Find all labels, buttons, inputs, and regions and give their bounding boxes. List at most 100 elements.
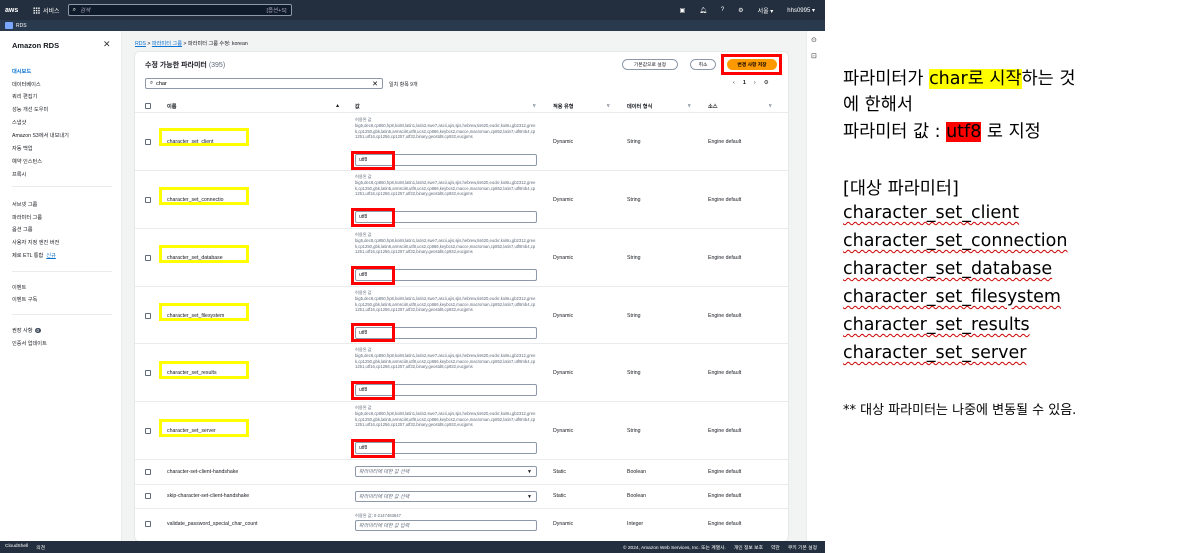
row-checkbox[interactable] xyxy=(145,139,151,145)
data-type: Integer xyxy=(627,521,644,527)
sidebar-item-s3-export[interactable]: Amazon S3에서 내보내기 xyxy=(12,132,69,139)
row-checkbox[interactable] xyxy=(145,255,151,261)
row-checkbox[interactable] xyxy=(145,197,151,203)
chevron-left-icon[interactable]: ‹ xyxy=(733,80,735,86)
data-type: String xyxy=(627,197,641,203)
parameter-value-select[interactable]: 파라미터에 대한 값 선택 ▼ xyxy=(355,466,537,477)
parameter-value-select[interactable]: 파라미터에 대한 값 선택 ▼ xyxy=(355,491,537,502)
cookies-link[interactable]: 쿠키 기본 설정 xyxy=(788,544,817,551)
parameter-value-input[interactable]: 파라미터에 대한 값 입력 xyxy=(355,520,537,531)
highlight-box-value xyxy=(351,439,395,458)
sidebar-item-events[interactable]: 이벤트 xyxy=(12,284,26,291)
clear-filter-icon[interactable]: ✕ xyxy=(372,80,378,88)
aws-logo[interactable]: aws xyxy=(5,7,27,14)
feedback-link[interactable]: 의견 xyxy=(36,544,45,551)
sidebar-item-snapshots[interactable]: 스냅샷 xyxy=(12,119,26,126)
highlight-box-name xyxy=(159,128,249,146)
search-shortcut: [옵션+S] xyxy=(266,8,287,14)
data-type: String xyxy=(627,313,641,319)
sidebar-item-databases[interactable]: 데이터베이스 xyxy=(12,81,41,88)
feedback-icon[interactable]: ⊡ xyxy=(811,52,817,60)
data-type: Boolean xyxy=(627,493,647,499)
allowed-values: big5,dec8,cp850,hp8,koi8r,latin1,latin2,… xyxy=(355,238,536,255)
parameter-count: (395) xyxy=(208,62,226,69)
target-param-item: character_set_client xyxy=(843,203,1020,223)
sort-icon[interactable]: ▿ xyxy=(607,103,610,109)
account-menu[interactable]: hhs0995 ▾ xyxy=(787,7,815,14)
select-placeholder: 파라미터에 대한 값 선택 xyxy=(359,469,410,475)
sidebar-item-subnet-groups[interactable]: 서브넷 그룹 xyxy=(12,201,37,208)
header-source[interactable]: 소스 xyxy=(708,103,718,110)
sidebar-item-proxies[interactable]: 프록시 xyxy=(12,171,26,178)
sidebar-item-reserved-instances[interactable]: 예약 인스턴스 xyxy=(12,158,42,165)
row-checkbox[interactable] xyxy=(145,521,151,527)
sidebar-item-parameter-groups[interactable]: 파라미터 그룹 xyxy=(12,214,42,221)
gear-icon[interactable]: ⚙ xyxy=(764,80,769,86)
sidebar-item-performance-insights[interactable]: 성능 개선 도우미 xyxy=(12,106,48,113)
source: Engine default xyxy=(708,428,742,434)
row-checkbox[interactable] xyxy=(145,469,151,475)
region-selector[interactable]: 서울 ▾ xyxy=(758,6,774,15)
services-menu-button[interactable]: 서비스 xyxy=(33,6,60,15)
settings-icon[interactable]: ⚙ xyxy=(738,7,743,14)
sidebar-divider xyxy=(12,186,112,187)
filter-input[interactable]: ⌕ char ✕ xyxy=(145,78,383,89)
sidebar-item-auto-backups[interactable]: 자동 백업 xyxy=(12,145,33,152)
cloudshell-link[interactable]: CloudShell xyxy=(5,544,28,551)
cancel-button[interactable]: 취소 xyxy=(690,59,716,70)
terms-link[interactable]: 약관 xyxy=(771,544,780,551)
sort-icon[interactable]: ▿ xyxy=(533,103,536,109)
footer-right: © 2024, Amazon Web Services, Inc. 또는 계열사… xyxy=(623,544,817,551)
help-icon[interactable]: ? xyxy=(721,7,724,13)
row-checkbox[interactable] xyxy=(145,313,151,319)
sort-icon[interactable]: ▿ xyxy=(688,103,691,109)
data-type: String xyxy=(627,139,641,145)
sort-icon[interactable]: ▿ xyxy=(769,103,772,109)
recommendations-count-badge: 0 xyxy=(34,328,42,333)
breadcrumb-parameter-groups[interactable]: 파라미터 그룹 xyxy=(152,41,182,47)
row-checkbox[interactable] xyxy=(145,428,151,434)
chevron-right-icon[interactable]: › xyxy=(754,80,756,86)
sidebar-divider xyxy=(12,271,112,272)
sidebar-item-zero-etl[interactable]: 제로 ETL 통합 신규 xyxy=(12,252,56,259)
header-value[interactable]: 값 xyxy=(355,103,360,110)
annotation-line-3-post: 로 지정 xyxy=(981,122,1041,142)
sidebar-item-dashboard[interactable]: 대시보드 xyxy=(12,68,31,75)
header-apply-type[interactable]: 적용 유형 xyxy=(553,103,574,110)
global-search-input[interactable]: ⌕ 검색 [옵션+S] xyxy=(67,4,292,16)
target-param-item: character_set_filesystem xyxy=(843,287,1061,307)
page-number[interactable]: 1 xyxy=(743,80,746,86)
sidebar-item-query-editor[interactable]: 쿼리 편집기 xyxy=(12,93,37,100)
apply-type: Dynamic xyxy=(553,255,574,261)
allowed-values: big5,dec8,cp850,hp8,koi8r,latin1,latin2,… xyxy=(355,411,536,428)
top-navigation: aws 서비스 ⌕ 검색 [옵션+S] ▣ 🔔︎ ? ⚙ 서울 ▾ hhs099… xyxy=(0,0,825,20)
notifications-icon[interactable]: 🔔︎ xyxy=(699,7,707,14)
sidebar-item-event-subscriptions[interactable]: 이벤트 구독 xyxy=(12,296,37,303)
breadcrumb-rds[interactable]: RDS xyxy=(135,41,146,47)
header-name[interactable]: 이름 xyxy=(167,103,177,110)
header-data-type[interactable]: 데이터 형식 xyxy=(627,103,652,110)
annotation-line-1: 파라미터가 char로 시작하는 것 xyxy=(843,65,1075,90)
select-all-checkbox[interactable] xyxy=(145,103,151,109)
info-icon[interactable]: ⊙ xyxy=(811,36,817,44)
sidebar-item-custom-engine-versions[interactable]: 사용자 지정 엔진 버전 xyxy=(12,239,59,246)
highlight-box-value xyxy=(351,381,395,400)
search-placeholder: 검색 xyxy=(79,8,91,14)
highlight-box-name xyxy=(159,187,249,205)
sidebar-item-option-groups[interactable]: 옵션 그룹 xyxy=(12,226,33,233)
annotation-line-1-post: 하는 것 xyxy=(1021,69,1076,89)
match-count: 일치 항목 9개 xyxy=(389,82,418,88)
source: Engine default xyxy=(708,139,742,145)
row-checkbox[interactable] xyxy=(145,493,151,499)
panel-title: 수정 가능한 파라미터 (395) xyxy=(145,60,225,70)
sort-asc-icon[interactable]: ▲ xyxy=(335,103,340,109)
reset-defaults-button[interactable]: 기본값으로 설정 xyxy=(622,59,678,70)
close-icon[interactable]: ✕ xyxy=(103,39,111,50)
sidebar-item-certificate-update[interactable]: 인증서 업데이트 xyxy=(12,340,47,347)
table-row: validate_password_special_char_count 허용된… xyxy=(135,509,788,539)
service-shortcut-rds[interactable]: RDS xyxy=(16,23,27,29)
privacy-link[interactable]: 개인 정보 보호 xyxy=(734,544,763,551)
row-checkbox[interactable] xyxy=(145,370,151,376)
sidebar-item-recommendations[interactable]: 권장 사항 0 xyxy=(12,327,42,334)
cloudshell-icon[interactable]: ▣ xyxy=(680,7,686,14)
